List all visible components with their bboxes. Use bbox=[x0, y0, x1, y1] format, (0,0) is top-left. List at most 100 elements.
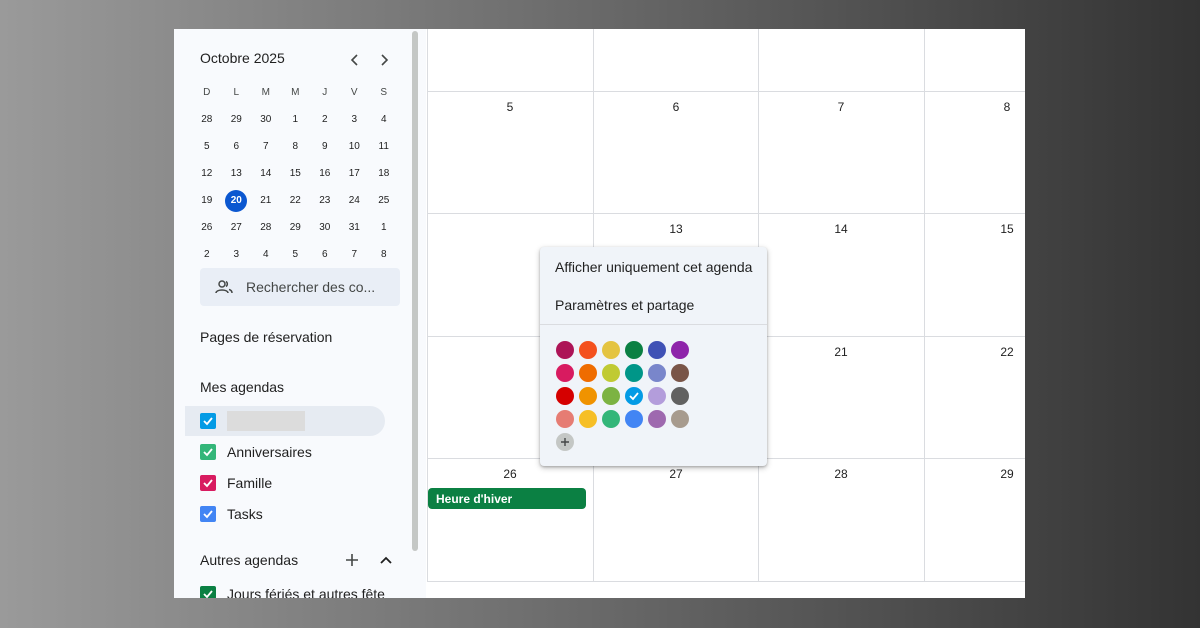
color-swatch[interactable] bbox=[602, 387, 620, 405]
mini-day[interactable]: 4 bbox=[251, 241, 281, 268]
add-custom-color-button[interactable] bbox=[556, 433, 574, 451]
color-swatch[interactable] bbox=[556, 364, 574, 382]
mini-day[interactable]: 6 bbox=[310, 241, 340, 268]
mini-day[interactable]: 4 bbox=[369, 106, 399, 133]
color-swatch[interactable] bbox=[602, 410, 620, 428]
color-swatch[interactable] bbox=[602, 341, 620, 359]
previous-month-button[interactable] bbox=[345, 50, 365, 70]
color-swatch[interactable] bbox=[556, 387, 574, 405]
my-calendars-title[interactable]: Mes agendas bbox=[200, 379, 284, 395]
calendar-checkbox[interactable] bbox=[200, 475, 216, 491]
mini-day[interactable]: 2 bbox=[192, 241, 222, 268]
color-swatch[interactable] bbox=[625, 387, 643, 405]
calendar-item-anniversaires[interactable]: Anniversaires bbox=[200, 441, 312, 463]
calendar-item-famille[interactable]: Famille bbox=[200, 472, 272, 494]
mini-day[interactable]: 30 bbox=[251, 106, 281, 133]
mini-day[interactable]: 29 bbox=[281, 214, 311, 241]
calendar-checkbox[interactable] bbox=[200, 506, 216, 522]
show-only-this-calendar-item[interactable]: Afficher uniquement cet agenda bbox=[540, 249, 767, 285]
month-day-number[interactable]: 6 bbox=[661, 100, 691, 114]
calendar-item-primary[interactable] bbox=[185, 406, 385, 436]
mini-day[interactable]: 8 bbox=[281, 133, 311, 160]
mini-day[interactable]: 28 bbox=[251, 214, 281, 241]
color-swatch[interactable] bbox=[648, 387, 666, 405]
color-swatch[interactable] bbox=[671, 410, 689, 428]
mini-day[interactable]: 7 bbox=[251, 133, 281, 160]
color-swatch[interactable] bbox=[625, 364, 643, 382]
calendar-item-tasks[interactable]: Tasks bbox=[200, 503, 263, 525]
mini-day[interactable]: 26 bbox=[192, 214, 222, 241]
mini-day[interactable]: 29 bbox=[222, 106, 252, 133]
color-swatch[interactable] bbox=[579, 410, 597, 428]
month-day-number[interactable]: 7 bbox=[826, 100, 856, 114]
color-swatch[interactable] bbox=[625, 341, 643, 359]
color-swatch[interactable] bbox=[556, 410, 574, 428]
mini-day[interactable]: 2 bbox=[310, 106, 340, 133]
month-day-number[interactable]: 5 bbox=[495, 100, 525, 114]
month-day-number[interactable]: 14 bbox=[826, 222, 856, 236]
mini-day[interactable]: 5 bbox=[192, 133, 222, 160]
color-swatch[interactable] bbox=[671, 387, 689, 405]
mini-day[interactable]: 3 bbox=[340, 106, 370, 133]
mini-day[interactable]: 27 bbox=[222, 214, 252, 241]
mini-day[interactable]: 1 bbox=[281, 106, 311, 133]
sidebar-scrollbar[interactable] bbox=[412, 31, 418, 551]
calendar-item-holidays[interactable]: Jours fériés et autres fête bbox=[200, 583, 385, 598]
mini-day[interactable]: 15 bbox=[281, 160, 311, 187]
month-day-number[interactable]: 26 bbox=[495, 467, 525, 481]
mini-day[interactable]: 20 bbox=[222, 187, 252, 214]
mini-day[interactable]: 13 bbox=[222, 160, 252, 187]
month-day-number[interactable]: 8 bbox=[992, 100, 1022, 114]
calendar-checkbox[interactable] bbox=[200, 586, 216, 598]
month-day-number[interactable]: 21 bbox=[826, 345, 856, 359]
mini-day[interactable]: 8 bbox=[369, 241, 399, 268]
calendar-checkbox[interactable] bbox=[200, 413, 216, 429]
collapse-other-calendars-button[interactable] bbox=[376, 550, 396, 570]
next-month-button[interactable] bbox=[374, 50, 394, 70]
color-swatch[interactable] bbox=[625, 410, 643, 428]
add-other-calendar-button[interactable] bbox=[342, 550, 362, 570]
mini-day[interactable]: 5 bbox=[281, 241, 311, 268]
color-swatch[interactable] bbox=[556, 341, 574, 359]
booking-pages-link[interactable]: Pages de réservation bbox=[200, 329, 332, 345]
mini-day[interactable]: 30 bbox=[310, 214, 340, 241]
mini-day[interactable]: 11 bbox=[369, 133, 399, 160]
month-day-number[interactable]: 27 bbox=[661, 467, 691, 481]
search-people-input[interactable]: Rechercher des co... bbox=[200, 268, 400, 306]
color-swatch[interactable] bbox=[579, 364, 597, 382]
calendar-checkbox[interactable] bbox=[200, 444, 216, 460]
mini-day[interactable]: 19 bbox=[192, 187, 222, 214]
color-swatch[interactable] bbox=[579, 387, 597, 405]
mini-day[interactable]: 14 bbox=[251, 160, 281, 187]
mini-day[interactable]: 25 bbox=[369, 187, 399, 214]
month-day-number[interactable]: 22 bbox=[992, 345, 1022, 359]
color-swatch[interactable] bbox=[648, 341, 666, 359]
mini-day[interactable]: 7 bbox=[340, 241, 370, 268]
mini-day[interactable]: 17 bbox=[340, 160, 370, 187]
mini-day[interactable]: 22 bbox=[281, 187, 311, 214]
color-swatch[interactable] bbox=[602, 364, 620, 382]
mini-day[interactable]: 16 bbox=[310, 160, 340, 187]
mini-day[interactable]: 9 bbox=[310, 133, 340, 160]
mini-day[interactable]: 3 bbox=[222, 241, 252, 268]
month-day-number[interactable]: 28 bbox=[826, 467, 856, 481]
color-swatch[interactable] bbox=[648, 364, 666, 382]
mini-day[interactable]: 12 bbox=[192, 160, 222, 187]
mini-day[interactable]: 1 bbox=[369, 214, 399, 241]
mini-day[interactable]: 6 bbox=[222, 133, 252, 160]
mini-day[interactable]: 28 bbox=[192, 106, 222, 133]
mini-day[interactable]: 18 bbox=[369, 160, 399, 187]
color-swatch[interactable] bbox=[579, 341, 597, 359]
mini-day[interactable]: 10 bbox=[340, 133, 370, 160]
color-swatch[interactable] bbox=[671, 341, 689, 359]
month-day-number[interactable]: 13 bbox=[661, 222, 691, 236]
color-swatch[interactable] bbox=[648, 410, 666, 428]
mini-day[interactable]: 21 bbox=[251, 187, 281, 214]
mini-day[interactable]: 23 bbox=[310, 187, 340, 214]
mini-day[interactable]: 31 bbox=[340, 214, 370, 241]
event-chip[interactable]: Heure d'hiver bbox=[428, 488, 586, 509]
mini-day[interactable]: 24 bbox=[340, 187, 370, 214]
month-day-number[interactable]: 29 bbox=[992, 467, 1022, 481]
month-day-number[interactable]: 15 bbox=[992, 222, 1022, 236]
color-swatch[interactable] bbox=[671, 364, 689, 382]
